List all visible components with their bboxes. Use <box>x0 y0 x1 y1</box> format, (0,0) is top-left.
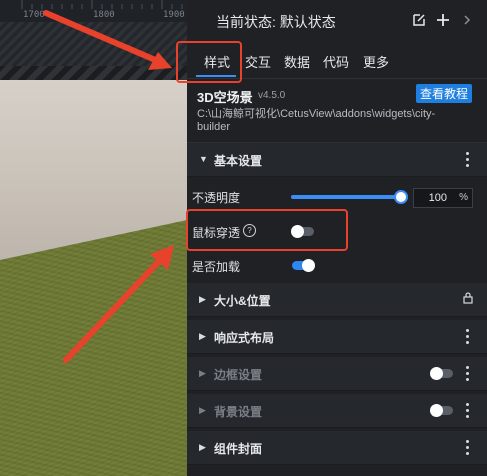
scene-viewport[interactable]: 1700 1800 1900 <box>0 0 187 476</box>
scene-ground <box>0 220 187 476</box>
opacity-row: 不透明度 100 % <box>187 184 487 208</box>
component-name: 3D空场景 <box>197 90 253 105</box>
tab-more[interactable]: 更多 <box>363 52 389 71</box>
style-tab-highlight <box>176 41 242 83</box>
more-options-icon[interactable] <box>466 151 470 168</box>
load-row: 是否加载 <box>187 253 487 277</box>
section-title: 组件封面 <box>214 442 263 456</box>
section-component-cover[interactable]: ▶ 组件封面 <box>187 431 487 465</box>
current-status-label: 当前状态: 默认状态 <box>216 14 336 30</box>
ruler-tick-label: 1900 <box>163 10 185 20</box>
section-title: 边框设置 <box>214 368 263 382</box>
background-toggle[interactable] <box>430 404 453 417</box>
mouse-through-highlight <box>186 209 348 251</box>
section-border-settings[interactable]: ▶ 边框设置 <box>187 357 487 391</box>
section-size-position[interactable]: ▶ 大小&位置 <box>187 283 487 317</box>
tab-interaction[interactable]: 交互 <box>245 52 271 71</box>
opacity-input[interactable]: 100 % <box>413 188 473 208</box>
caret-down-icon: ▼ <box>199 154 208 164</box>
lock-icon[interactable] <box>463 292 473 304</box>
caret-right-icon: ▶ <box>199 368 206 378</box>
view-tutorial-button[interactable]: 查看教程 <box>416 84 472 103</box>
section-background-settings[interactable]: ▶ 背景设置 <box>187 394 487 428</box>
more-options-icon[interactable] <box>466 439 470 456</box>
load-label: 是否加载 <box>192 260 241 274</box>
section-basic-settings[interactable]: ▼ 基本设置 <box>187 143 487 177</box>
chevron-right-icon[interactable] <box>460 10 474 30</box>
section-title: 背景设置 <box>214 405 263 419</box>
opacity-unit: % <box>459 192 468 203</box>
component-path: C:\山海鲸可视化\CetusView\addons\widgets\city-… <box>197 108 436 133</box>
edit-icon[interactable] <box>409 10 429 30</box>
caret-right-icon: ▶ <box>199 331 206 341</box>
more-options-icon[interactable] <box>466 328 470 345</box>
section-title: 基本设置 <box>214 154 263 168</box>
section-title: 响应式布局 <box>214 331 275 345</box>
more-options-icon[interactable] <box>466 402 470 419</box>
section-title: 大小&位置 <box>214 294 271 308</box>
more-options-icon[interactable] <box>466 365 470 382</box>
caret-right-icon: ▶ <box>199 442 206 452</box>
horizontal-ruler: 1700 1800 1900 <box>0 0 187 23</box>
canvas-border-stripe <box>0 66 187 80</box>
caret-right-icon: ▶ <box>199 294 206 304</box>
caret-right-icon: ▶ <box>199 405 206 415</box>
section-responsive-layout[interactable]: ▶ 响应式布局 <box>187 320 487 354</box>
opacity-value: 100 <box>428 192 447 204</box>
ruler-tick-label: 1800 <box>93 10 115 20</box>
opacity-label: 不透明度 <box>192 191 241 205</box>
status-bar: 当前状态: 默认状态 <box>187 0 487 42</box>
opacity-slider-thumb[interactable] <box>394 190 408 204</box>
ruler-tick-label: 1700 <box>23 10 45 20</box>
tab-data[interactable]: 数据 <box>284 52 310 71</box>
component-version: v4.5.0 <box>258 90 286 101</box>
component-info: 3D空场景 v4.5.0 查看教程 C:\山海鲸可视化\CetusView\ad… <box>187 78 487 143</box>
plus-icon[interactable] <box>433 10 453 30</box>
load-toggle[interactable] <box>292 259 315 272</box>
opacity-slider[interactable] <box>291 195 399 199</box>
tab-code[interactable]: 代码 <box>323 52 349 71</box>
border-toggle[interactable] <box>430 367 453 380</box>
